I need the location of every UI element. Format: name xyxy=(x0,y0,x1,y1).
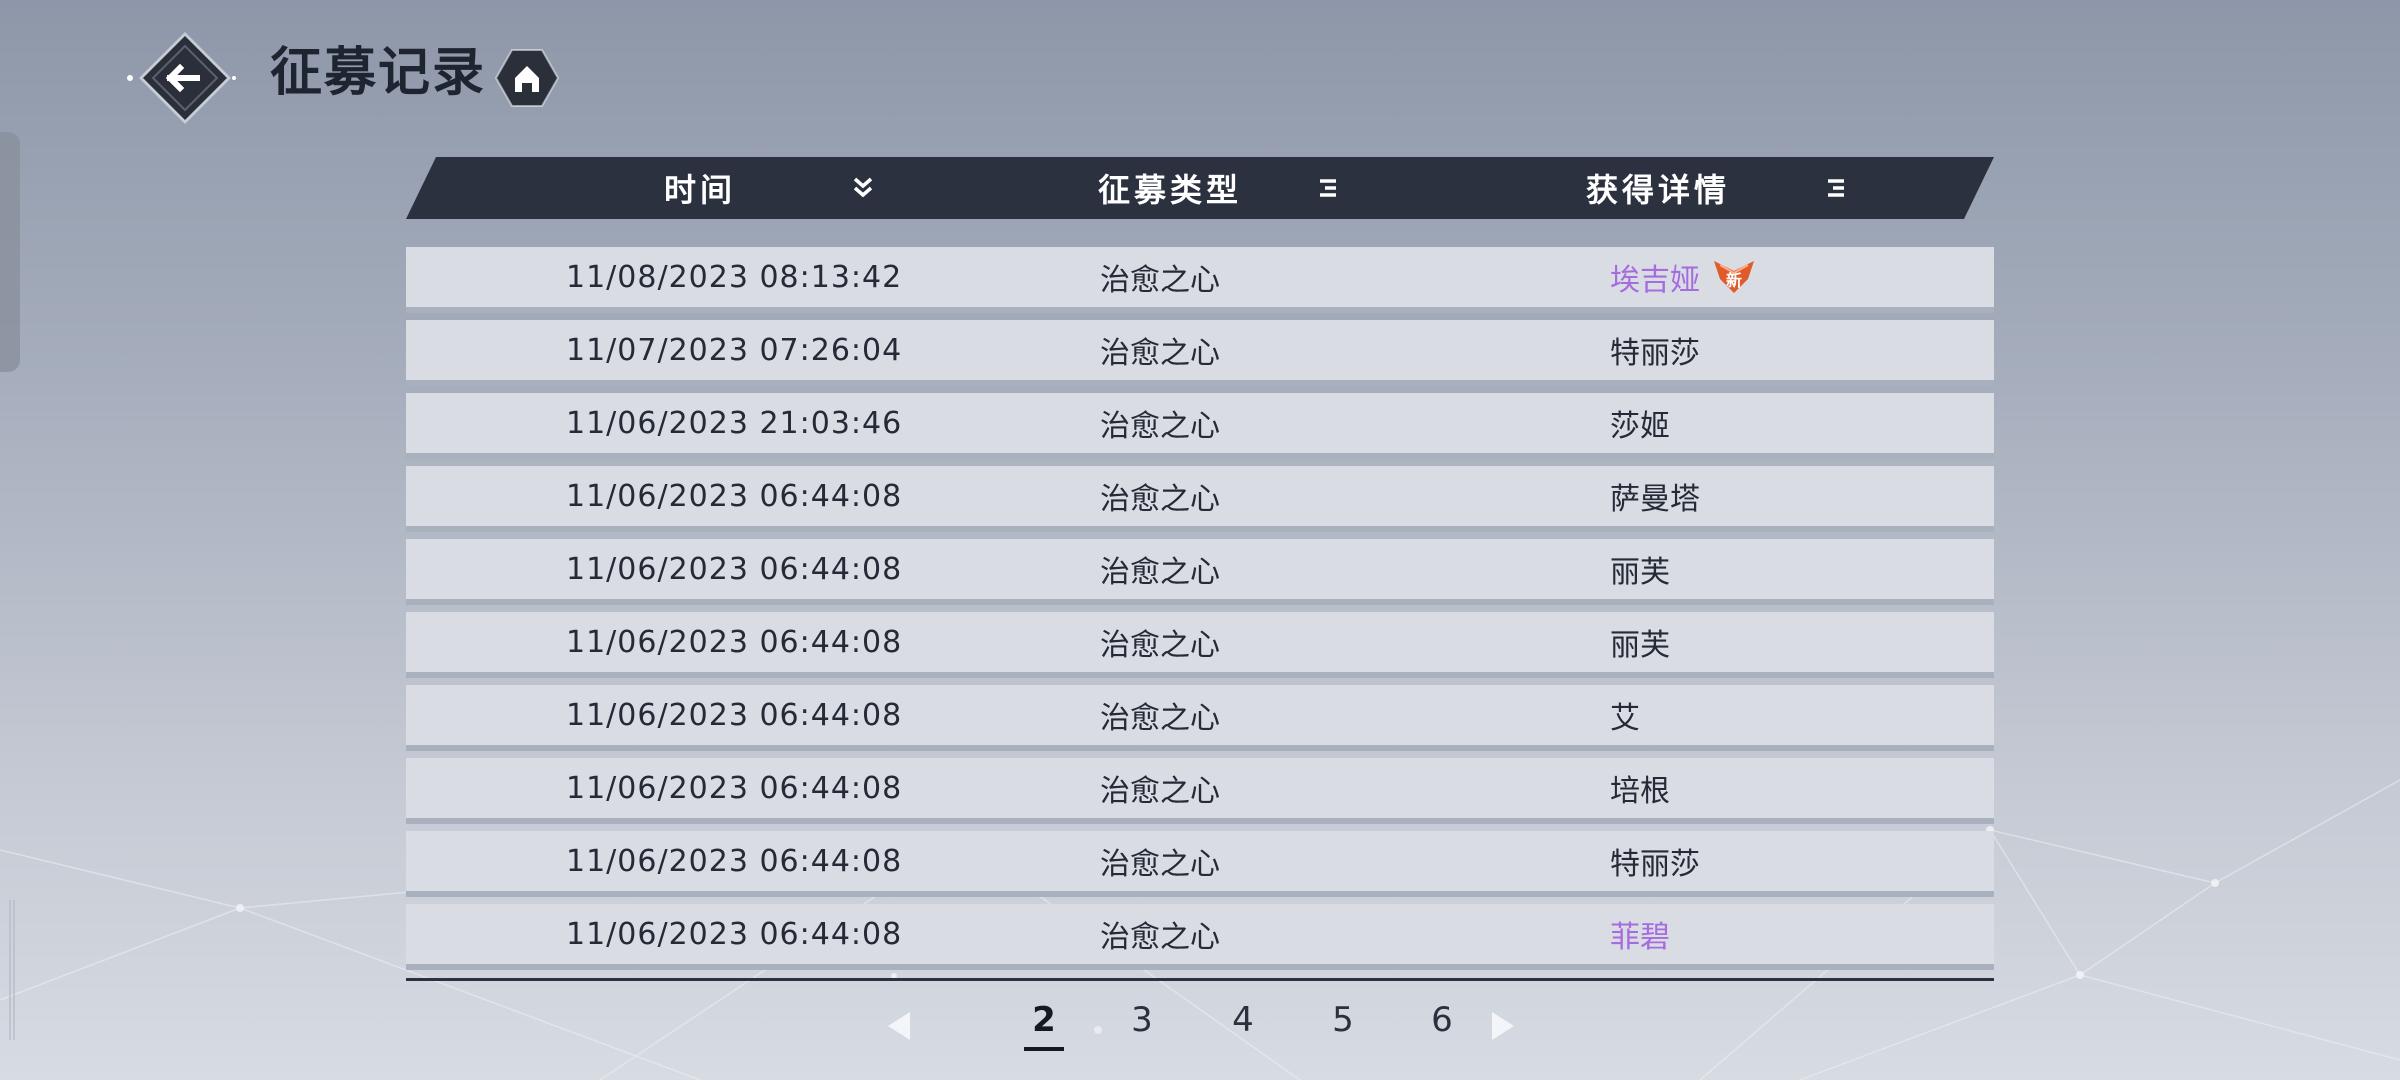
side-drawer-tab[interactable] xyxy=(0,132,20,372)
row-detail: 丽芙 xyxy=(1610,555,1670,590)
table-header: 时间 征募类型 获得详情 xyxy=(406,157,1994,219)
prev-page-icon[interactable] xyxy=(884,1008,914,1044)
table-row: 11/06/2023 06:44:08 治愈之心 艾 xyxy=(406,685,1994,751)
row-type: 治愈之心 xyxy=(1100,336,1220,371)
page-number[interactable]: 6 xyxy=(1417,1000,1467,1040)
row-type: 治愈之心 xyxy=(1100,701,1220,736)
row-detail: 丽芙 xyxy=(1610,628,1670,663)
row-type: 治愈之心 xyxy=(1100,263,1220,298)
row-time: 11/06/2023 06:44:08 xyxy=(566,843,903,879)
new-badge-icon: 新 xyxy=(1714,261,1754,293)
row-detail: 莎姬 xyxy=(1610,409,1670,444)
row-type: 治愈之心 xyxy=(1100,555,1220,590)
row-detail: 特丽莎 xyxy=(1610,336,1700,371)
column-label: 征募类型 xyxy=(1098,171,1243,209)
home-icon[interactable] xyxy=(494,48,560,108)
row-time: 11/06/2023 06:44:08 xyxy=(566,478,903,514)
row-type: 治愈之心 xyxy=(1100,409,1220,444)
row-time: 11/06/2023 21:03:46 xyxy=(566,405,903,441)
page-number[interactable]: 3 xyxy=(1117,1000,1167,1040)
filter-icon[interactable] xyxy=(1822,173,1852,203)
row-type: 治愈之心 xyxy=(1100,628,1220,663)
table-row: 11/08/2023 08:13:42 治愈之心 埃吉娅 新 xyxy=(406,247,1994,313)
page-separator-dot xyxy=(1094,1026,1102,1034)
character-name: 埃吉娅 xyxy=(1610,263,1700,298)
new-badge-label: 新 xyxy=(1726,271,1742,290)
row-detail: 特丽莎 xyxy=(1610,847,1700,882)
row-time: 11/08/2023 08:13:42 xyxy=(566,259,903,295)
pagination: 2 3 4 5 6 xyxy=(0,996,2400,1056)
row-detail: 埃吉娅 新 xyxy=(1610,247,1756,307)
table-row: 11/06/2023 06:44:08 治愈之心 萨曼塔 xyxy=(406,466,1994,532)
sort-desc-icon[interactable] xyxy=(848,173,878,203)
column-header-type[interactable]: 征募类型 xyxy=(1098,157,1242,219)
table-row: 11/06/2023 06:44:08 治愈之心 丽芙 xyxy=(406,539,1994,605)
row-type: 治愈之心 xyxy=(1100,774,1220,809)
row-time: 11/06/2023 06:44:08 xyxy=(566,770,903,806)
filter-icon[interactable] xyxy=(1314,173,1344,203)
table-row: 11/06/2023 21:03:46 治愈之心 莎姬 xyxy=(406,393,1994,459)
table-bottom-divider xyxy=(406,978,1994,981)
table-row: 11/06/2023 06:44:08 治愈之心 培根 xyxy=(406,758,1994,824)
column-header-time[interactable]: 时间 xyxy=(664,157,736,219)
row-type: 治愈之心 xyxy=(1100,847,1220,882)
table-row: 11/06/2023 06:44:08 治愈之心 特丽莎 xyxy=(406,831,1994,897)
row-detail: 艾 xyxy=(1610,701,1640,736)
column-label: 获得详情 xyxy=(1586,171,1731,209)
table-row: 11/06/2023 06:44:08 治愈之心 丽芙 xyxy=(406,612,1994,678)
column-label: 时间 xyxy=(664,171,737,209)
row-time: 11/06/2023 06:44:08 xyxy=(566,697,903,733)
table-row: 11/06/2023 06:44:08 治愈之心 菲碧 xyxy=(406,904,1994,970)
row-type: 治愈之心 xyxy=(1100,920,1220,955)
row-time: 11/06/2023 06:44:08 xyxy=(566,551,903,587)
next-page-icon[interactable] xyxy=(1488,1008,1518,1044)
page-title: 征募记录 xyxy=(270,43,487,103)
row-time: 11/07/2023 07:26:04 xyxy=(566,332,903,368)
page-number[interactable]: 4 xyxy=(1218,1000,1268,1040)
table-row: 11/07/2023 07:26:04 治愈之心 特丽莎 xyxy=(406,320,1994,386)
column-header-detail[interactable]: 获得详情 xyxy=(1586,157,1730,219)
row-detail: 培根 xyxy=(1610,774,1670,809)
row-detail: 萨曼塔 xyxy=(1610,482,1700,517)
row-time: 11/06/2023 06:44:08 xyxy=(566,916,903,952)
current-page-indicator xyxy=(1024,1047,1064,1051)
page-number-current[interactable]: 2 xyxy=(1019,1000,1069,1040)
row-detail: 菲碧 xyxy=(1610,920,1670,955)
row-time: 11/06/2023 06:44:08 xyxy=(566,624,903,660)
page-number[interactable]: 5 xyxy=(1318,1000,1368,1040)
row-type: 治愈之心 xyxy=(1100,482,1220,517)
back-arrow-icon[interactable] xyxy=(124,28,236,128)
